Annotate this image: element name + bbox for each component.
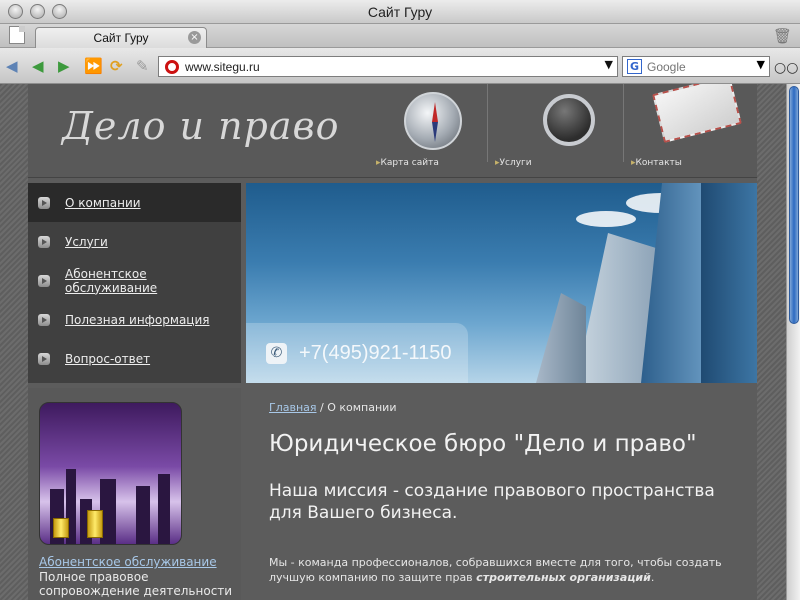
- forward-arrow-icon[interactable]: ▶: [58, 57, 70, 75]
- back-arrow-icon[interactable]: ◀: [6, 57, 18, 75]
- minimize-window-button[interactable]: [30, 4, 45, 19]
- vertical-scrollbar[interactable]: [786, 84, 800, 600]
- website: Дело и право Карта сайта Услуги Контакты…: [28, 84, 757, 600]
- tab-close-icon[interactable]: ×: [188, 31, 201, 44]
- arrow-bullet-icon: [38, 235, 50, 248]
- paragraph-emphasis: строительных организаций: [476, 571, 651, 584]
- menu-item-label[interactable]: Вопрос-ответ: [65, 352, 150, 366]
- scrollbar-thumb[interactable]: [789, 86, 799, 324]
- header-section-sitemap: Карта сайта: [368, 84, 487, 178]
- building-graphic: [701, 183, 757, 383]
- close-window-button[interactable]: [8, 4, 23, 19]
- main-menu: О компании Услуги Абонентское обслуживан…: [28, 183, 241, 383]
- opera-logo-icon: [165, 59, 179, 74]
- url-text[interactable]: www.sitegu.ru: [185, 60, 260, 74]
- page-viewport: Дело и право Карта сайта Услуги Контакты…: [0, 84, 786, 600]
- city-silhouette: [158, 474, 170, 544]
- envelope-icon: [652, 84, 742, 143]
- arrow-bullet-icon: [38, 313, 50, 326]
- header-link-services[interactable]: Услуги: [495, 158, 532, 168]
- promo-image[interactable]: [39, 402, 182, 545]
- menu-item-label[interactable]: Услуги: [65, 235, 108, 249]
- compass-icon: [404, 92, 462, 150]
- cloud-decoration: [576, 211, 636, 227]
- arrow-bullet-icon: [38, 352, 50, 365]
- sidebar: Абонентское обслуживание Полное правовое…: [28, 388, 241, 600]
- menu-item-useful-info[interactable]: Полезная информация: [28, 300, 241, 339]
- search-box[interactable]: G ▼: [622, 56, 770, 77]
- menu-item-services[interactable]: Услуги: [28, 222, 241, 261]
- site-logo[interactable]: Дело и право: [62, 104, 340, 148]
- reload-icon[interactable]: ⟳: [110, 57, 123, 75]
- hero-banner: ✆ +7(495)921-1150: [246, 183, 757, 383]
- phone-panel: ✆ +7(495)921-1150: [246, 323, 468, 383]
- address-bar[interactable]: www.sitegu.ru ▼: [158, 56, 618, 77]
- header-divider: [487, 84, 488, 162]
- glasses-icon[interactable]: ○○: [774, 60, 798, 76]
- pencil-icon[interactable]: ✎: [136, 57, 149, 75]
- menu-item-label[interactable]: О компании: [65, 196, 141, 210]
- site-header: Дело и право Карта сайта Услуги Контакты: [28, 84, 757, 178]
- breadcrumb: Главная / О компании: [269, 401, 396, 414]
- header-section-contacts: Контакты: [623, 84, 757, 178]
- new-tab-icon[interactable]: [9, 26, 25, 44]
- header-section-services: Услуги: [487, 84, 623, 178]
- phone-number[interactable]: +7(495)921-1150: [299, 342, 452, 365]
- menu-item-label[interactable]: Полезная информация: [65, 313, 210, 327]
- google-logo-icon: G: [627, 59, 642, 74]
- back-arrow-icon-green[interactable]: ◀: [32, 57, 44, 75]
- search-input[interactable]: [647, 59, 747, 74]
- tab-bar: Сайт Гуру × 🗑: [0, 24, 800, 48]
- window-controls: [8, 4, 67, 19]
- menu-item-label[interactable]: Абонентское обслуживание: [65, 267, 241, 295]
- tab-label: Сайт Гуру: [93, 31, 149, 45]
- browser-toolbar: ◀ ◀ ▶ ⏩ ⟳ ✎ www.sitegu.ru ▼ G ▼ ○○: [0, 48, 800, 84]
- paragraph-end: .: [650, 571, 655, 584]
- menu-item-subscription[interactable]: Абонентское обслуживание: [28, 261, 241, 300]
- menu-item-about[interactable]: О компании: [28, 183, 241, 222]
- phone-icon: ✆: [266, 342, 287, 364]
- search-dropdown-icon[interactable]: ▼: [757, 58, 765, 71]
- chart-bar-graphic: [87, 510, 103, 538]
- header-divider: [623, 84, 624, 162]
- tab-current[interactable]: Сайт Гуру ×: [35, 27, 207, 48]
- promo-text: Полное правовое сопровождение деятельнос…: [39, 570, 233, 598]
- promo-link[interactable]: Абонентское обслуживание: [39, 555, 217, 569]
- arrow-bullet-icon: [38, 274, 50, 287]
- building-graphic: [536, 293, 586, 383]
- zoom-window-button[interactable]: [52, 4, 67, 19]
- chevron-down-icon[interactable]: ▼: [605, 58, 613, 71]
- header-link-contacts[interactable]: Контакты: [631, 158, 682, 168]
- main-content: Главная / О компании Юридическое бюро "Д…: [246, 388, 757, 600]
- page-title: Юридическое бюро "Дело и право": [269, 431, 697, 457]
- window-titlebar: Сайт Гуру: [0, 0, 800, 24]
- intro-paragraph: Мы - команда профессионалов, собравшихся…: [269, 555, 749, 585]
- page-subtitle: Наша миссия - создание правового простра…: [269, 481, 715, 523]
- fast-forward-icon[interactable]: ⏩: [84, 57, 103, 75]
- city-silhouette: [136, 486, 150, 544]
- arrow-bullet-icon: [38, 196, 50, 209]
- trash-icon[interactable]: 🗑: [773, 27, 792, 45]
- magnifier-icon: [543, 94, 595, 146]
- breadcrumb-home-link[interactable]: Главная: [269, 401, 317, 414]
- menu-item-faq[interactable]: Вопрос-ответ: [28, 339, 241, 378]
- chart-bar-graphic: [53, 518, 69, 538]
- window-title: Сайт Гуру: [367, 3, 433, 20]
- header-link-sitemap[interactable]: Карта сайта: [376, 158, 439, 168]
- breadcrumb-separator: /: [316, 401, 328, 414]
- breadcrumb-current: О компании: [327, 401, 397, 414]
